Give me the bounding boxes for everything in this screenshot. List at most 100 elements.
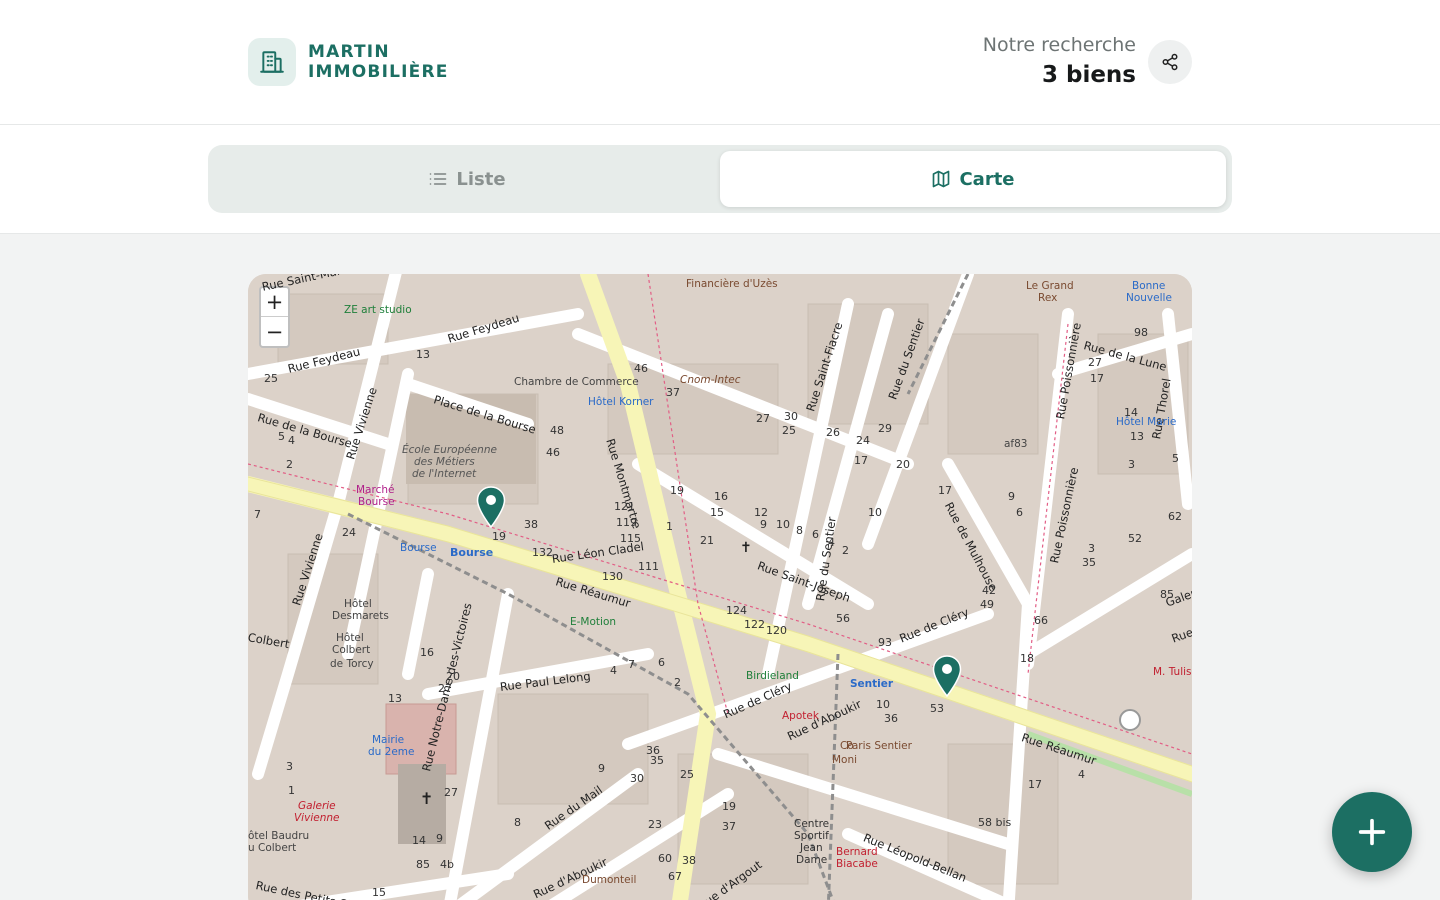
house-number: 3: [1088, 542, 1095, 555]
poi-label: Galerie: [298, 800, 336, 812]
poi-label: Le Grand: [1026, 280, 1074, 292]
house-number: 17: [1028, 778, 1042, 791]
house-number: 15: [372, 886, 386, 899]
poi-label: M. Tulis: [1153, 666, 1192, 678]
poi-label: Bonne: [1132, 280, 1166, 292]
building-logo-icon[interactable]: [248, 38, 296, 86]
poi-label: Marché: [356, 484, 395, 496]
house-number: 35: [1082, 556, 1096, 569]
house-number: 2: [674, 676, 681, 689]
house-number: 48: [550, 424, 564, 437]
house-number: 24: [342, 526, 356, 539]
poi-label: Vivienne: [294, 812, 340, 824]
house-number: 36: [884, 712, 898, 725]
poi-label: Bernard: [836, 846, 878, 858]
house-number: 19: [722, 800, 736, 813]
map-view[interactable]: ✝ ✝ + − Rue Saint-Marc Rue Feydeau Rue F…: [248, 274, 1192, 900]
brand-line-2: IMMOBILIÈRE: [308, 62, 449, 82]
house-number: 111: [638, 560, 659, 573]
poi-label: Apotek: [782, 710, 819, 722]
app-header: MARTIN IMMOBILIÈRE Notre recherche 3 bie…: [0, 0, 1440, 125]
house-number: 85: [416, 858, 430, 871]
poi-label: Biacabe: [836, 858, 878, 870]
house-number: 38: [524, 518, 538, 531]
house-number: 13: [416, 348, 430, 361]
map-icon: [933, 170, 950, 188]
house-number: 4: [610, 664, 617, 677]
house-number: 10: [876, 698, 890, 711]
add-button[interactable]: [1332, 792, 1412, 872]
poi-label: Moni: [832, 754, 858, 766]
share-icon: [1162, 53, 1178, 71]
house-number: 27: [756, 412, 770, 425]
house-number: 115: [620, 532, 641, 545]
brand-line-1: MARTIN: [308, 42, 390, 62]
house-number: 19: [492, 530, 506, 543]
svg-text:✝: ✝: [420, 789, 433, 808]
property-marker-2[interactable]: [932, 655, 962, 697]
house-number: 1: [288, 784, 295, 797]
view-switcher-band: Liste Carte: [0, 125, 1440, 234]
house-number: 5: [1172, 452, 1179, 465]
house-number: 27: [438, 682, 452, 695]
house-number: 7: [628, 658, 635, 671]
house-number: 60: [658, 852, 672, 865]
house-number: 130: [602, 570, 623, 583]
house-number: 122: [744, 618, 765, 631]
house-number: 30: [630, 772, 644, 785]
tab-list[interactable]: Liste: [214, 151, 720, 207]
house-number: 17: [1090, 372, 1104, 385]
poi-label: Centre: [794, 818, 830, 830]
house-number: 120: [766, 624, 787, 637]
house-number: 10: [868, 506, 882, 519]
house-number: 9: [760, 518, 767, 531]
tab-map-label: Carte: [959, 168, 1015, 190]
zoom-out-button[interactable]: −: [261, 317, 288, 346]
search-label: Notre recherche: [982, 34, 1136, 56]
house-number: 8: [514, 816, 521, 829]
house-number: 9: [1008, 490, 1015, 503]
house-number: 46: [546, 446, 560, 459]
share-button[interactable]: [1148, 40, 1192, 84]
house-number: 4: [1078, 768, 1085, 781]
house-number: 121: [614, 500, 635, 513]
zoom-controls: + −: [259, 286, 290, 348]
house-number: 124: [726, 604, 747, 617]
property-marker-1[interactable]: [476, 486, 506, 528]
house-number: 66: [1034, 614, 1048, 627]
house-number: 25: [264, 372, 278, 385]
house-number: 38: [682, 854, 696, 867]
house-number: 13: [1130, 430, 1144, 443]
house-number: 18: [1020, 652, 1034, 665]
poi-label: Bourse: [450, 546, 494, 559]
house-number: 132: [532, 546, 553, 559]
house-number: 4b: [440, 858, 454, 871]
poi-label: Rex: [1038, 292, 1058, 304]
view-switcher: Liste Carte: [208, 145, 1232, 213]
house-number: 6: [812, 528, 819, 541]
poi-label: Dumonteil: [582, 874, 637, 886]
poi-label: Paris Sentier: [846, 740, 912, 752]
house-number: 9: [598, 762, 605, 775]
house-number: 8: [796, 524, 803, 537]
poi-label: Mairie: [372, 734, 405, 746]
house-number: 4: [288, 434, 295, 447]
poi-label: Nouvelle: [1126, 292, 1172, 304]
house-number: 16: [714, 490, 728, 503]
house-number: 19: [670, 484, 684, 497]
house-number: 14: [1124, 406, 1138, 419]
house-number: 67: [668, 870, 682, 883]
tab-map[interactable]: Carte: [720, 151, 1226, 207]
poi-label: Chambre de Commerce: [514, 376, 639, 388]
house-number: 85: [1160, 588, 1174, 601]
brand-name[interactable]: MARTIN IMMOBILIÈRE: [308, 42, 449, 82]
house-number: 27: [444, 786, 458, 799]
poi-label: Co: [840, 740, 854, 752]
poi-label: ôtel Baudru: [248, 830, 310, 842]
house-number: 37: [666, 386, 680, 399]
house-number: 10: [776, 518, 790, 531]
poi-label: Sentier: [850, 678, 894, 690]
poi-label: E-Motion: [570, 616, 617, 628]
poi-label: Birdieland: [746, 670, 799, 682]
house-number: 17: [938, 484, 952, 497]
